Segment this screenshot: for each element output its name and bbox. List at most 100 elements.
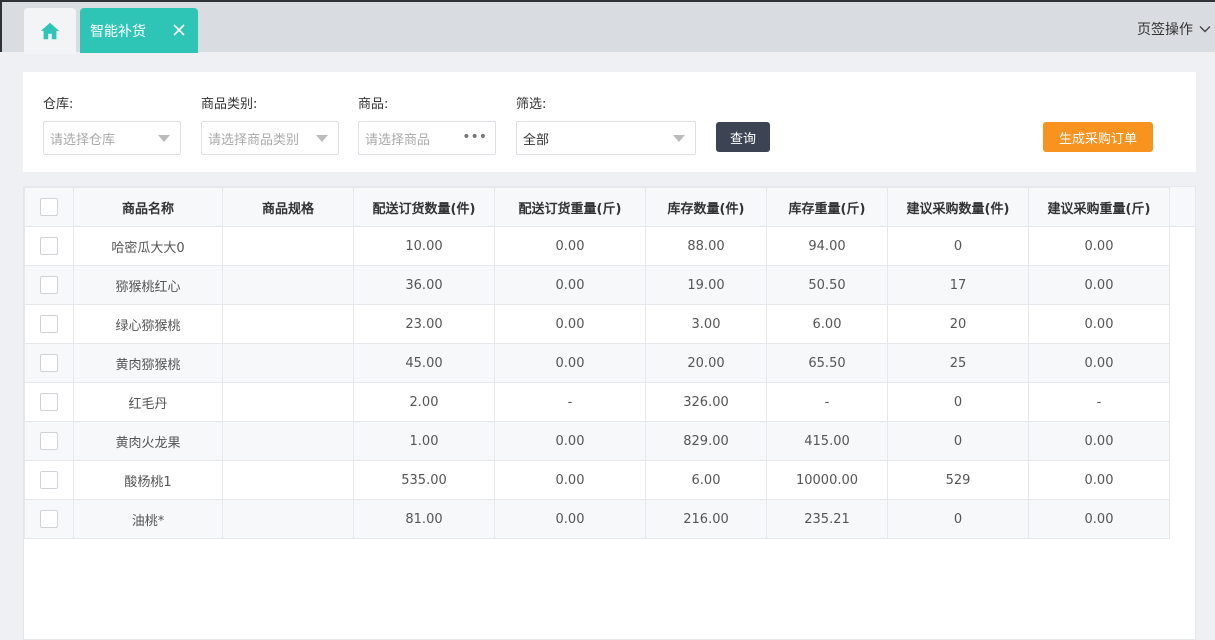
tab-smart-replenishment[interactable]: 智能补货 [80,8,198,53]
query-button[interactable]: 查询 [716,122,770,152]
caret-down-icon [316,135,328,142]
tab-label: 智能补货 [90,23,146,40]
product-label: 商品: [358,97,389,112]
table-cell: 326.00 [645,382,767,422]
column-header: 配送订货数量(件) [353,187,495,227]
table-cell: 油桃* [73,499,223,539]
table-cell: 绿心猕猴桃 [73,304,223,344]
table-row[interactable]: 绿心猕猴桃 23.00 0.00 3.00 6.00 20 0.00 [24,304,1170,344]
row-checkbox[interactable] [40,393,58,411]
row-checkbox[interactable] [40,276,58,294]
table-cell: 0.00 [494,226,646,266]
row-checkbox[interactable] [40,510,58,528]
chevron-down-icon [1199,26,1211,33]
table-cell: 23.00 [353,304,495,344]
select-all-cell [24,187,74,227]
table-header-row: 商品名称 商品规格 配送订货数量(件) 配送订货重量(斤) 库存数量(件) 库存… [24,187,1170,227]
row-checkbox[interactable] [40,432,58,450]
table-cell: 0.00 [1028,460,1170,500]
screen-value: 全部 [523,132,550,148]
column-header: 建议采购数量(件) [887,187,1029,227]
table-cell: 0.00 [1028,265,1170,305]
warehouse-select[interactable]: 请选择仓库 [43,121,181,155]
table-cell: 0 [887,382,1029,422]
home-icon [40,22,60,40]
table-cell: - [766,382,888,422]
product-picker[interactable]: 请选择商品 ••• [358,121,496,155]
table-cell: 0.00 [1028,304,1170,344]
more-icon[interactable]: ••• [462,129,487,145]
row-checkbox[interactable] [40,315,58,333]
screen-select[interactable]: 全部 [516,121,696,155]
table-cell: 45.00 [353,343,495,383]
generate-purchase-order-button[interactable]: 生成采购订单 [1043,122,1153,152]
caret-down-icon [673,135,685,142]
table-cell: 20.00 [645,343,767,383]
table-cell: 0.00 [1028,421,1170,461]
table-row[interactable]: 酸杨桃1 535.00 0.00 6.00 10000.00 529 0.00 [24,460,1170,500]
column-header: 库存重量(斤) [766,187,888,227]
tab-operations-label: 页签操作 [1137,22,1193,38]
table-cell: 0.00 [1028,499,1170,539]
table-cell: 0 [887,499,1029,539]
table-cell: 0 [887,226,1029,266]
category-filter: 商品类别: 请选择商品类别 [201,96,339,155]
row-checkbox[interactable] [40,354,58,372]
column-header: 商品规格 [222,187,354,227]
table-cell: 0.00 [494,421,646,461]
table-cell [222,226,354,266]
table-cell: 0.00 [494,304,646,344]
category-select[interactable]: 请选择商品类别 [201,121,339,155]
row-checkbox[interactable] [40,471,58,489]
column-header: 商品名称 [73,187,223,227]
row-select-cell [24,343,74,383]
warehouse-placeholder: 请选择仓库 [50,132,116,148]
replenishment-table: 商品名称 商品规格 配送订货数量(件) 配送订货重量(斤) 库存数量(件) 库存… [24,187,1170,539]
table-row[interactable]: 猕猴桃红心 36.00 0.00 19.00 50.50 17 0.00 [24,265,1170,305]
table-cell: 0.00 [1028,226,1170,266]
header-scroll-gap [1168,187,1195,227]
category-placeholder: 请选择商品类别 [208,132,300,148]
table-cell: 88.00 [645,226,767,266]
table-row[interactable]: 红毛丹 2.00 - 326.00 - 0 - [24,382,1170,422]
table-cell: 19.00 [645,265,767,305]
screen-filter: 筛选: 全部 [516,96,696,155]
table-cell: 酸杨桃1 [73,460,223,500]
table-cell [222,382,354,422]
table-cell: 535.00 [353,460,495,500]
table-cell: 17 [887,265,1029,305]
select-all-checkbox[interactable] [40,198,58,216]
row-checkbox[interactable] [40,237,58,255]
table-row[interactable]: 黄肉猕猴桃 45.00 0.00 20.00 65.50 25 0.00 [24,343,1170,383]
table-cell: 0.00 [494,343,646,383]
table-cell: 0.00 [494,460,646,500]
tab-home[interactable] [24,8,76,54]
column-header: 建议采购重量(斤) [1028,187,1170,227]
table-cell [222,265,354,305]
table-row[interactable]: 哈密瓜大大0 10.00 0.00 88.00 94.00 0 0.00 [24,226,1170,266]
table-cell: 猕猴桃红心 [73,265,223,305]
tab-operations-menu[interactable]: 页签操作 [1137,18,1215,40]
warehouse-filter: 仓库: 请选择仓库 [43,96,181,155]
table-cell [222,304,354,344]
table-cell: 0.00 [494,499,646,539]
table-cell: 65.50 [766,343,888,383]
table-cell [222,460,354,500]
replenishment-table-panel: 商品名称 商品规格 配送订货数量(件) 配送订货重量(斤) 库存数量(件) 库存… [23,186,1196,640]
table-cell: - [494,382,646,422]
table-cell: 216.00 [645,499,767,539]
row-select-cell [24,226,74,266]
filter-panel: 仓库: 请选择仓库 商品类别: 请选择商品类别 商品: 请选择商品 ••• 筛选… [23,72,1196,172]
row-select-cell [24,421,74,461]
table-cell: 6.00 [645,460,767,500]
close-icon[interactable] [170,21,188,39]
product-filter: 商品: 请选择商品 ••• [358,96,496,155]
table-cell: 235.21 [766,499,888,539]
table-cell: 2.00 [353,382,495,422]
table-cell: 415.00 [766,421,888,461]
warehouse-label: 仓库: [43,97,74,112]
table-row[interactable]: 黄肉火龙果 1.00 0.00 829.00 415.00 0 0.00 [24,421,1170,461]
table-cell: 36.00 [353,265,495,305]
table-cell: 3.00 [645,304,767,344]
table-row[interactable]: 油桃* 81.00 0.00 216.00 235.21 0 0.00 [24,499,1170,539]
